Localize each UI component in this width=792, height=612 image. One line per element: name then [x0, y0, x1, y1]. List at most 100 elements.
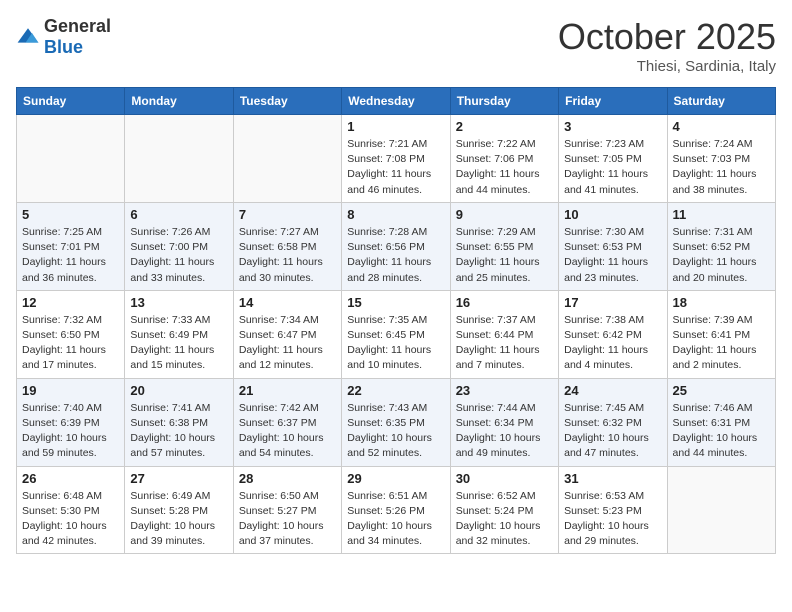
- calendar-cell: 17 Sunrise: 7:38 AM Sunset: 6:42 PM Dayli…: [559, 290, 667, 378]
- day-info: Sunrise: 6:51 AM Sunset: 5:26 PM Dayligh…: [347, 489, 444, 550]
- day-number: 4: [673, 119, 770, 134]
- day-info: Sunrise: 7:27 AM Sunset: 6:58 PM Dayligh…: [239, 225, 336, 286]
- day-info: Sunrise: 7:42 AM Sunset: 6:37 PM Dayligh…: [239, 401, 336, 462]
- day-info: Sunrise: 7:25 AM Sunset: 7:01 PM Dayligh…: [22, 225, 119, 286]
- calendar-cell: 24Sunrise: 7:45 AM Sunset: 6:32 PM Dayli…: [559, 378, 667, 466]
- day-info: Sunrise: 7:41 AM Sunset: 6:38 PM Dayligh…: [130, 401, 227, 462]
- day-number: 6: [130, 207, 227, 222]
- day-info: Sunrise: 7:37 AM Sunset: 6:44 PM Dayligh…: [456, 313, 553, 374]
- day-info: Sunrise: 7:32 AM Sunset: 6:50 PM Dayligh…: [22, 313, 119, 374]
- week-row-2: 5 Sunrise: 7:25 AM Sunset: 7:01 PM Daylig…: [17, 202, 776, 290]
- day-info: Sunrise: 7:39 AM Sunset: 6:41 PM Dayligh…: [673, 313, 770, 374]
- weekday-header-thursday: Thursday: [450, 88, 558, 115]
- day-number: 5: [22, 207, 119, 222]
- day-info: Sunrise: 7:33 AM Sunset: 6:49 PM Dayligh…: [130, 313, 227, 374]
- calendar-cell: [667, 466, 775, 554]
- calendar-cell: 20 Sunrise: 7:41 AM Sunset: 6:38 PM Dayli…: [125, 378, 233, 466]
- calendar-cell: 18 Sunrise: 7:39 AM Sunset: 6:41 PM Dayli…: [667, 290, 775, 378]
- weekday-header-sunday: Sunday: [17, 88, 125, 115]
- calendar-cell: 16Sunrise: 7:37 AM Sunset: 6:44 PM Dayli…: [450, 290, 558, 378]
- logo-text-general: General: [44, 16, 111, 36]
- logo: General Blue: [16, 16, 111, 58]
- calendar-cell: 30Sunrise: 6:52 AM Sunset: 5:24 PM Dayli…: [450, 466, 558, 554]
- calendar-cell: 13 Sunrise: 7:33 AM Sunset: 6:49 PM Dayli…: [125, 290, 233, 378]
- calendar-cell: 6 Sunrise: 7:26 AM Sunset: 7:00 PM Daylig…: [125, 202, 233, 290]
- day-info: Sunrise: 7:26 AM Sunset: 7:00 PM Dayligh…: [130, 225, 227, 286]
- day-info: Sunrise: 7:38 AM Sunset: 6:42 PM Dayligh…: [564, 313, 661, 374]
- day-number: 8: [347, 207, 444, 222]
- calendar-cell: 9 Sunrise: 7:29 AM Sunset: 6:55 PM Daylig…: [450, 202, 558, 290]
- month-title: October 2025: [558, 16, 776, 58]
- day-number: 10: [564, 207, 661, 222]
- week-row-3: 12 Sunrise: 7:32 AM Sunset: 6:50 PM Dayli…: [17, 290, 776, 378]
- day-number: 29: [347, 471, 444, 486]
- day-number: 17: [564, 295, 661, 310]
- calendar-cell: 31Sunrise: 6:53 AM Sunset: 5:23 PM Dayli…: [559, 466, 667, 554]
- day-info: Sunrise: 7:28 AM Sunset: 6:56 PM Dayligh…: [347, 225, 444, 286]
- day-number: 20: [130, 383, 227, 398]
- day-info: Sunrise: 7:23 AM Sunset: 7:05 PM Dayligh…: [564, 137, 661, 198]
- calendar-cell: 28Sunrise: 6:50 AM Sunset: 5:27 PM Dayli…: [233, 466, 341, 554]
- day-number: 7: [239, 207, 336, 222]
- day-number: 9: [456, 207, 553, 222]
- calendar-cell: 3 Sunrise: 7:23 AM Sunset: 7:05 PM Daylig…: [559, 115, 667, 203]
- day-number: 31: [564, 471, 661, 486]
- day-info: Sunrise: 6:49 AM Sunset: 5:28 PM Dayligh…: [130, 489, 227, 550]
- day-number: 18: [673, 295, 770, 310]
- calendar-cell: 14Sunrise: 7:34 AM Sunset: 6:47 PM Dayli…: [233, 290, 341, 378]
- day-info: Sunrise: 7:21 AM Sunset: 7:08 PM Dayligh…: [347, 137, 444, 198]
- week-row-4: 19Sunrise: 7:40 AM Sunset: 6:39 PM Dayli…: [17, 378, 776, 466]
- day-number: 21: [239, 383, 336, 398]
- day-info: Sunrise: 7:34 AM Sunset: 6:47 PM Dayligh…: [239, 313, 336, 374]
- weekday-header-saturday: Saturday: [667, 88, 775, 115]
- day-info: Sunrise: 7:29 AM Sunset: 6:55 PM Dayligh…: [456, 225, 553, 286]
- calendar-cell: 27 Sunrise: 6:49 AM Sunset: 5:28 PM Dayli…: [125, 466, 233, 554]
- week-row-5: 26Sunrise: 6:48 AM Sunset: 5:30 PM Dayli…: [17, 466, 776, 554]
- day-number: 28: [239, 471, 336, 486]
- day-number: 13: [130, 295, 227, 310]
- calendar-cell: 11 Sunrise: 7:31 AM Sunset: 6:52 PM Dayli…: [667, 202, 775, 290]
- day-number: 15: [347, 295, 444, 310]
- day-info: Sunrise: 7:31 AM Sunset: 6:52 PM Dayligh…: [673, 225, 770, 286]
- calendar-cell: [233, 115, 341, 203]
- day-number: 30: [456, 471, 553, 486]
- calendar-cell: 2 Sunrise: 7:22 AM Sunset: 7:06 PM Daylig…: [450, 115, 558, 203]
- day-number: 27: [130, 471, 227, 486]
- calendar-cell: 21 Sunrise: 7:42 AM Sunset: 6:37 PM Dayli…: [233, 378, 341, 466]
- weekday-header-row: SundayMondayTuesdayWednesdayThursdayFrid…: [17, 88, 776, 115]
- day-info: Sunrise: 7:30 AM Sunset: 6:53 PM Dayligh…: [564, 225, 661, 286]
- calendar-cell: 4 Sunrise: 7:24 AM Sunset: 7:03 PM Daylig…: [667, 115, 775, 203]
- day-number: 25: [673, 383, 770, 398]
- logo-icon: [16, 25, 40, 49]
- calendar-cell: 10 Sunrise: 7:30 AM Sunset: 6:53 PM Dayli…: [559, 202, 667, 290]
- day-number: 11: [673, 207, 770, 222]
- calendar-cell: 15 Sunrise: 7:35 AM Sunset: 6:45 PM Dayli…: [342, 290, 450, 378]
- day-number: 2: [456, 119, 553, 134]
- page-header: General Blue October 2025 Thiesi, Sardin…: [16, 16, 776, 75]
- weekday-header-tuesday: Tuesday: [233, 88, 341, 115]
- day-info: Sunrise: 7:45 AM Sunset: 6:32 PM Dayligh…: [564, 401, 661, 462]
- weekday-header-monday: Monday: [125, 88, 233, 115]
- week-row-1: 1Sunrise: 7:21 AM Sunset: 7:08 PM Daylig…: [17, 115, 776, 203]
- location-title: Thiesi, Sardinia, Italy: [558, 58, 776, 75]
- logo-text-blue: Blue: [44, 37, 83, 57]
- calendar-cell: 1Sunrise: 7:21 AM Sunset: 7:08 PM Daylig…: [342, 115, 450, 203]
- calendar-cell: 19Sunrise: 7:40 AM Sunset: 6:39 PM Dayli…: [17, 378, 125, 466]
- day-info: Sunrise: 6:48 AM Sunset: 5:30 PM Dayligh…: [22, 489, 119, 550]
- day-number: 3: [564, 119, 661, 134]
- calendar-cell: 22Sunrise: 7:43 AM Sunset: 6:35 PM Dayli…: [342, 378, 450, 466]
- calendar-cell: [125, 115, 233, 203]
- day-info: Sunrise: 7:24 AM Sunset: 7:03 PM Dayligh…: [673, 137, 770, 198]
- calendar-cell: 26Sunrise: 6:48 AM Sunset: 5:30 PM Dayli…: [17, 466, 125, 554]
- day-info: Sunrise: 7:46 AM Sunset: 6:31 PM Dayligh…: [673, 401, 770, 462]
- title-block: October 2025 Thiesi, Sardinia, Italy: [558, 16, 776, 75]
- calendar-table: SundayMondayTuesdayWednesdayThursdayFrid…: [16, 87, 776, 554]
- calendar-cell: 7 Sunrise: 7:27 AM Sunset: 6:58 PM Daylig…: [233, 202, 341, 290]
- day-number: 12: [22, 295, 119, 310]
- calendar-cell: 29 Sunrise: 6:51 AM Sunset: 5:26 PM Dayli…: [342, 466, 450, 554]
- day-number: 22: [347, 383, 444, 398]
- calendar-cell: 8 Sunrise: 7:28 AM Sunset: 6:56 PM Daylig…: [342, 202, 450, 290]
- weekday-header-friday: Friday: [559, 88, 667, 115]
- day-info: Sunrise: 7:22 AM Sunset: 7:06 PM Dayligh…: [456, 137, 553, 198]
- day-info: Sunrise: 7:35 AM Sunset: 6:45 PM Dayligh…: [347, 313, 444, 374]
